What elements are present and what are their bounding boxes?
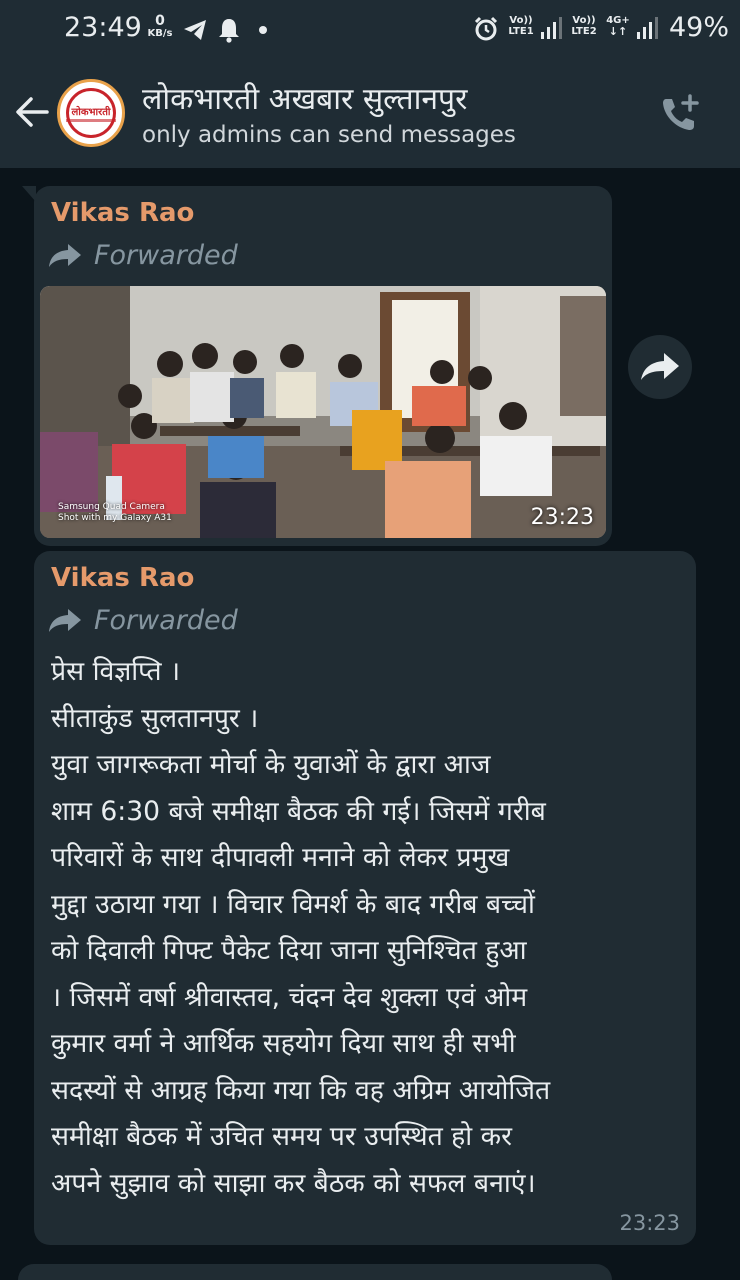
sim1-lte-label: LTE1 (508, 26, 534, 37)
forwarded-label: Forwarded (94, 605, 238, 636)
message-line: सीताकुंड सुलतानपुर । (51, 702, 259, 734)
forwarded-icon (49, 608, 81, 632)
message-line: मुद्दा उठाया गया । विचार विमर्श के बाद ग… (51, 888, 535, 920)
group-avatar[interactable]: लोकभारती (57, 79, 125, 147)
add-call-icon[interactable] (660, 94, 700, 134)
message-line: परिवारों के साथ दीपावली मनाने को लेकर प्… (51, 842, 510, 873)
forward-button[interactable] (628, 335, 692, 399)
notification-bell-icon (219, 19, 239, 43)
network-speed-value: 0 (155, 13, 165, 29)
whatsapp-chat-screen: 23:49 0 KB/s Vo)) LTE1 Vo)) LTE2 4G+ ↓↑ … (0, 0, 740, 1280)
network-speed-unit: KB/s (147, 28, 173, 39)
message-body[interactable]: प्रेस विज्ञप्ति । सीताकुंड सुलतानपुर । य… (51, 649, 683, 1207)
message-bubble-text[interactable]: Vikas Rao Forwarded प्रेस विज्ञप्ति । सी… (34, 551, 696, 1245)
message-line: सदस्यों से आग्रह किया गया कि वह अग्रिम आ… (51, 1074, 551, 1106)
forwarded-label: Forwarded (94, 240, 238, 271)
message-line: शाम 6:30 बजे समीक्षा बैठक की गई। जिसमें … (51, 795, 546, 827)
message-line: समीक्षा बैठक में उचित समय पर उपस्थित हो … (51, 1121, 512, 1152)
forwarded-indicator: Forwarded (48, 605, 238, 636)
status-bar: 23:49 0 KB/s Vo)) LTE1 Vo)) LTE2 4G+ ↓↑ … (0, 0, 740, 62)
message-line: कुमार वर्मा ने आर्थिक सहयोग दिया साथ ही … (51, 1028, 516, 1059)
mobile-data-indicator: 4G+ ↓↑ (604, 15, 632, 37)
avatar-logo-stripe (66, 119, 116, 122)
sender-name[interactable]: Vikas Rao (51, 198, 194, 228)
avatar-logo-text: लोकभारती (71, 107, 111, 118)
forwarded-indicator: Forwarded (48, 240, 238, 271)
network-speed: 0 KB/s (144, 14, 176, 39)
battery-percentage: 49% (669, 12, 730, 43)
chat-header: लोकभारती लोकभारती अखबार सुल्तानपुर only … (0, 62, 740, 168)
message-line: अपने सुझाव को साझा कर बैठक को सफल बनाएं। (51, 1167, 536, 1199)
sim1-indicator: Vo)) LTE1 (506, 15, 536, 37)
message-photo[interactable]: Samsung Quad Camera Shot with my Galaxy … (40, 286, 606, 538)
status-time: 23:49 (64, 12, 142, 43)
alarm-icon (474, 16, 498, 41)
notification-dot-icon (259, 26, 267, 34)
camera-watermark: Samsung Quad Camera Shot with my Galaxy … (58, 502, 172, 524)
message-time: 23:23 (530, 505, 594, 530)
message-line: को दिवाली गिफ्ट पैकेट दिया जाना सुनिश्चि… (51, 935, 527, 966)
sim2-indicator: Vo)) LTE2 (568, 15, 600, 37)
watermark-line-1: Samsung Quad Camera (58, 502, 165, 512)
message-line: । जिसमें वर्षा श्रीवास्तव, चंदन देव शुक्… (51, 981, 528, 1013)
signal-sim2-icon (637, 17, 658, 39)
sim2-lte-label: LTE2 (571, 26, 597, 37)
sender-name[interactable]: Vikas Rao (51, 563, 194, 593)
watermark-line-2: Shot with my Galaxy A31 (58, 513, 172, 523)
forwarded-icon (49, 243, 81, 267)
group-subtitle: only admins can send messages (142, 122, 516, 148)
back-arrow-icon[interactable] (14, 94, 50, 130)
signal-sim1-icon (541, 17, 562, 39)
classroom-meeting-image (40, 286, 606, 538)
sim1-volte-label: Vo)) (509, 15, 533, 26)
message-line: प्रेस विज्ञप्ति । (51, 656, 181, 687)
telegram-icon (184, 20, 206, 40)
group-title[interactable]: लोकभारती अखबार सुल्तानपुर (142, 77, 467, 118)
forward-arrow-icon (641, 353, 679, 380)
message-line: युवा जागरूकता मोर्चा के युवाओं के द्वारा… (51, 749, 491, 780)
message-bubble-photo[interactable]: Vikas Rao Forwarded Samsung Quad Camera … (22, 186, 612, 546)
sim2-volte-label: Vo)) (572, 15, 596, 26)
next-message-bubble[interactable] (18, 1264, 612, 1280)
data-arrows-icon: ↓↑ (608, 25, 628, 38)
message-time: 23:23 (619, 1211, 680, 1235)
